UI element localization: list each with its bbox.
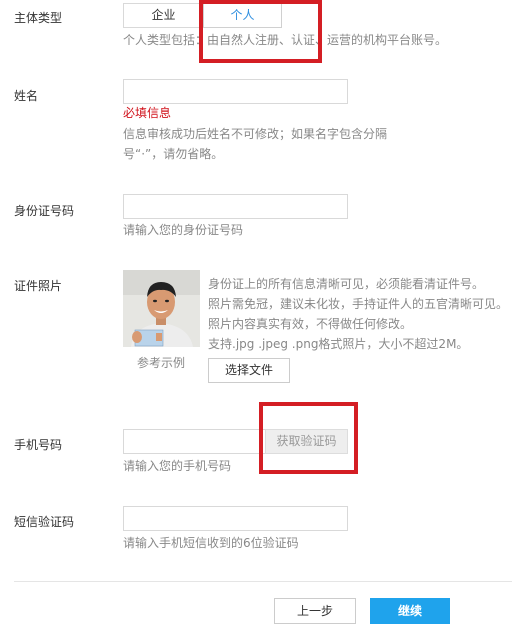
- highlight-box-personal: [199, 0, 322, 63]
- highlight-box-get-code: [259, 402, 358, 474]
- person-holding-id-icon: [123, 270, 200, 347]
- entity-type-label: 主体类型: [14, 11, 63, 25]
- id-photo-label: 证件照片: [14, 279, 63, 293]
- id-number-hint: 请输入您的身份证号码: [123, 223, 244, 237]
- phone-label: 手机号码: [14, 438, 63, 452]
- phone-hint: 请输入您的手机号码: [123, 459, 232, 473]
- id-photo-requirements: 身份证上的所有信息清晰可见，必须能看清证件号。 照片需免冠，建议未化妆，手持证件…: [208, 274, 508, 354]
- phone-input[interactable]: [123, 429, 266, 454]
- requirement-line: 身份证上的所有信息清晰可见，必须能看清证件号。: [208, 277, 485, 291]
- choose-file-button[interactable]: 选择文件: [208, 358, 290, 383]
- name-label: 姓名: [14, 89, 39, 103]
- sms-code-input[interactable]: [123, 506, 348, 531]
- sms-code-hint: 请输入手机短信收到的6位验证码: [123, 536, 299, 550]
- continue-button[interactable]: 继续: [370, 598, 450, 624]
- requirement-line: 支持.jpg .jpeg .png格式照片，大小不超过2M。: [208, 337, 469, 351]
- id-number-input[interactable]: [123, 194, 348, 219]
- name-input[interactable]: [123, 79, 348, 104]
- example-caption: 参考示例: [137, 356, 186, 370]
- name-required-error: 必填信息: [123, 106, 172, 120]
- requirement-line: 照片需免冠，建议未化妆，手持证件人的五官清晰可见。: [208, 297, 509, 311]
- requirement-line: 照片内容真实有效，不得做任何修改。: [208, 317, 413, 331]
- example-photo: [123, 270, 200, 347]
- sms-code-label: 短信验证码: [14, 515, 75, 529]
- previous-step-button[interactable]: 上一步: [274, 598, 356, 624]
- entity-type-option-company[interactable]: 企业: [123, 3, 204, 28]
- id-number-label: 身份证号码: [14, 204, 75, 218]
- footer-divider: [14, 581, 512, 582]
- name-hint-line2: 号“·”，请勿省略。: [123, 147, 224, 161]
- name-hint-line1: 信息审核成功后姓名不可修改；如果名字包含分隔: [123, 127, 388, 141]
